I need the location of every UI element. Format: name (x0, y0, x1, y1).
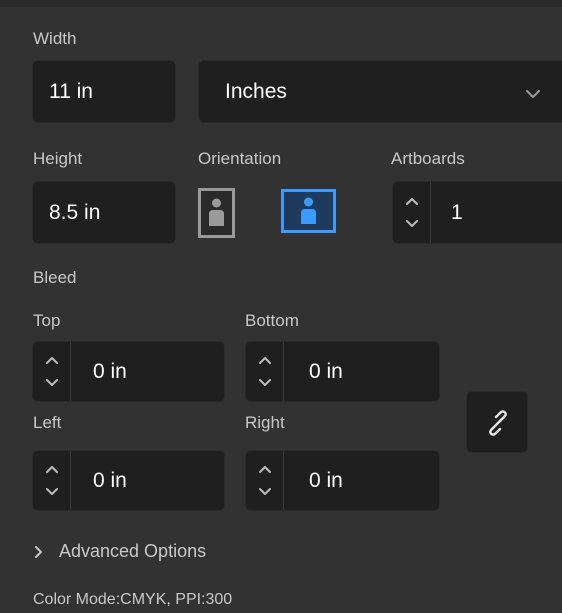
stepper-divider (283, 451, 284, 510)
chevron-right-icon (35, 546, 42, 558)
bleed-right-value: 0 in (309, 469, 343, 492)
bleed-right-increment-icon[interactable] (255, 462, 275, 478)
orientation-label: Orientation (198, 149, 282, 168)
landscape-icon (281, 189, 336, 233)
bleed-top-value: 0 in (93, 360, 127, 383)
panel-top-border (0, 0, 562, 7)
bleed-top-input[interactable]: 0 in (32, 341, 225, 402)
bleed-top-label: Top (33, 311, 61, 330)
bleed-right-label: Right (245, 413, 285, 432)
stepper-divider (70, 451, 71, 510)
width-value: 11 in (49, 80, 93, 103)
bleed-label: Bleed (33, 268, 77, 287)
artboards-value: 1 (451, 201, 463, 224)
chevron-down-icon (525, 86, 541, 104)
bleed-bottom-increment-icon[interactable] (255, 353, 275, 369)
width-input[interactable]: 11 in (32, 60, 176, 123)
landscape-orientation-button[interactable] (281, 189, 336, 233)
height-input[interactable]: 8.5 in (32, 181, 176, 244)
bleed-bottom-value: 0 in (309, 360, 343, 383)
units-dropdown[interactable]: Inches (198, 60, 562, 123)
portrait-orientation-button[interactable] (198, 188, 235, 238)
bleed-left-increment-icon[interactable] (42, 462, 62, 478)
bleed-left-input[interactable]: 0 in (32, 450, 225, 511)
artboards-label: Artboards (391, 149, 465, 168)
width-label: Width (33, 29, 77, 48)
bleed-left-label: Left (33, 413, 62, 432)
advanced-options-label: Advanced Options (59, 541, 207, 561)
bleed-bottom-decrement-icon[interactable] (255, 375, 275, 391)
artboards-increment-icon[interactable] (402, 194, 422, 210)
color-mode-info: Color Mode:CMYK, PPI:300 (33, 591, 233, 608)
height-label: Height (33, 149, 83, 168)
artboards-decrement-icon[interactable] (402, 216, 422, 232)
link-bleed-toggle[interactable] (466, 391, 528, 453)
stepper-divider (70, 342, 71, 401)
advanced-options-toggle[interactable]: Advanced Options (33, 540, 273, 564)
portrait-icon (198, 188, 235, 238)
document-preset-panel: Width 11 in Inches Height Orientation Ar… (0, 0, 562, 613)
stepper-divider (430, 182, 431, 243)
bleed-top-increment-icon[interactable] (42, 353, 62, 369)
height-value: 8.5 in (49, 201, 101, 224)
artboards-input[interactable]: 1 (392, 181, 562, 244)
bleed-bottom-label: Bottom (245, 311, 299, 330)
bleed-left-decrement-icon[interactable] (42, 484, 62, 500)
bleed-top-decrement-icon[interactable] (42, 375, 62, 391)
stepper-divider (283, 342, 284, 401)
bleed-right-input[interactable]: 0 in (245, 450, 440, 511)
bleed-right-decrement-icon[interactable] (255, 484, 275, 500)
bleed-left-value: 0 in (93, 469, 127, 492)
units-value: Inches (225, 80, 287, 103)
link-icon (489, 410, 507, 436)
bleed-bottom-input[interactable]: 0 in (245, 341, 440, 402)
